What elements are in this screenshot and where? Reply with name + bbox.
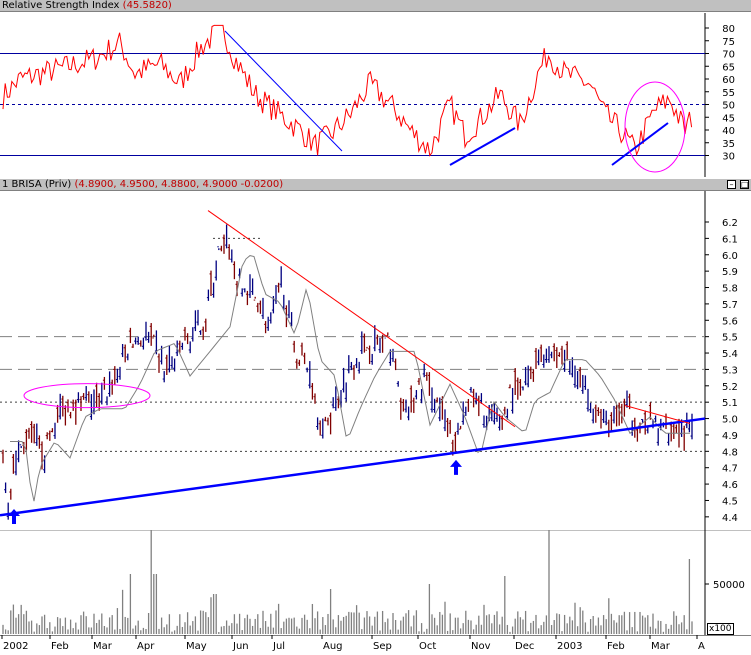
date-tick-label: Feb — [51, 641, 69, 652]
price-tick-label: 4.8 — [722, 447, 738, 458]
rsi-chart[interactable]: 8075706560555045403530 — [0, 13, 751, 177]
rsi-tick-label: 75 — [722, 37, 735, 48]
date-tick-label: Feb — [607, 641, 625, 652]
rsi-pane: Relative Strength Index (45.5820) 80 75 70… — [0, 0, 751, 178]
price-tick-label: 5.1 — [722, 398, 738, 409]
volume-chart[interactable]: 50000 — [0, 530, 751, 635]
maximize-icon[interactable]: □ — [740, 180, 749, 189]
price-tick-label: 4.4 — [722, 513, 738, 524]
price-tick-label: 4.6 — [722, 480, 738, 491]
price-title-bar[interactable]: 1 BRISA (Priv) (4.8900, 4.9500, 4.8800, … — [0, 179, 751, 191]
rsi-title-bar[interactable]: Relative Strength Index (45.5820) — [0, 0, 751, 12]
rsi-tick-label: 65 — [722, 62, 735, 73]
minimize-icon[interactable]: – — [727, 180, 736, 189]
date-axis: 2002 Feb Mar Apr May Jun Jul Aug Sep Oct Nov Dec 200… — [0, 635, 751, 655]
volume-tick-label: 50000 — [713, 580, 745, 591]
rsi-tick-label: 60 — [722, 75, 735, 86]
date-tick-label: 2003 — [557, 641, 582, 652]
price-tick-label: 5.4 — [722, 349, 738, 360]
rsi-title: Relative Strength Index — [2, 0, 120, 11]
date-tick-label: Dec — [515, 641, 534, 652]
date-tick-label: Nov — [471, 641, 491, 652]
price-tick-label: 4.9 — [722, 431, 738, 442]
price-tick-label: 5.8 — [722, 284, 738, 295]
date-tick-label: May — [186, 641, 207, 652]
rsi-tick-label: 35 — [722, 139, 735, 150]
date-tick-label: Mar — [93, 641, 113, 652]
date-tick-label: Mar — [651, 641, 671, 652]
price-tick-label: 5.5 — [722, 333, 738, 344]
date-tick-label: Jun — [232, 641, 249, 652]
rsi-tick-label: 40 — [722, 126, 735, 137]
date-tick-label: Aug — [323, 641, 343, 652]
rsi-value: (45.5820) — [122, 0, 172, 11]
price-tick-label: 5.7 — [722, 300, 738, 311]
volume-scale-label: x100 — [707, 623, 734, 635]
price-tick-label: 5.6 — [722, 316, 738, 327]
price-tick-label: 6.0 — [722, 251, 738, 262]
rsi-tick-label: 50 — [722, 101, 735, 112]
price-tick-label: 5.2 — [722, 382, 738, 393]
rsi-tick-label: 80 — [722, 24, 735, 35]
date-tick-label: Oct — [419, 641, 436, 652]
price-ohlc: (4.8900, 4.9500, 4.8800, 4.9000 -0.0200) — [74, 179, 284, 190]
volume-pane: 50000 x100 — [0, 530, 751, 635]
rsi-tick-label: 70 — [722, 50, 735, 61]
date-tick-label: Sep — [373, 641, 392, 652]
price-title: 1 BRISA (Priv) — [2, 179, 72, 190]
price-tick-label: 6.2 — [722, 218, 738, 229]
rsi-tick-label: 45 — [722, 113, 735, 124]
price-tick-label: 6.1 — [722, 234, 738, 245]
date-tick-label: Apr — [137, 641, 155, 652]
price-tick-label: 4.7 — [722, 464, 738, 475]
date-tick-label: Jul — [272, 641, 285, 652]
price-tick-label: 5.0 — [722, 415, 738, 426]
date-tick-label: A — [698, 641, 705, 652]
price-tick-label: 5.9 — [722, 267, 738, 278]
rsi-tick-label: 30 — [722, 152, 735, 163]
date-tick-label: 2002 — [3, 641, 28, 652]
price-pane: 1 BRISA (Priv) (4.8900, 4.9500, 4.8800, … — [0, 179, 751, 530]
price-chart[interactable]: 6.2 6.1 6.0 5.9 5.8 5.7 5.6 5.5 5.4 5.3 5.2 5.1 5.0 4… — [0, 191, 751, 530]
price-tick-label: 5.3 — [722, 365, 738, 376]
rsi-tick-label: 55 — [722, 88, 735, 99]
price-tick-label: 4.5 — [722, 496, 738, 507]
